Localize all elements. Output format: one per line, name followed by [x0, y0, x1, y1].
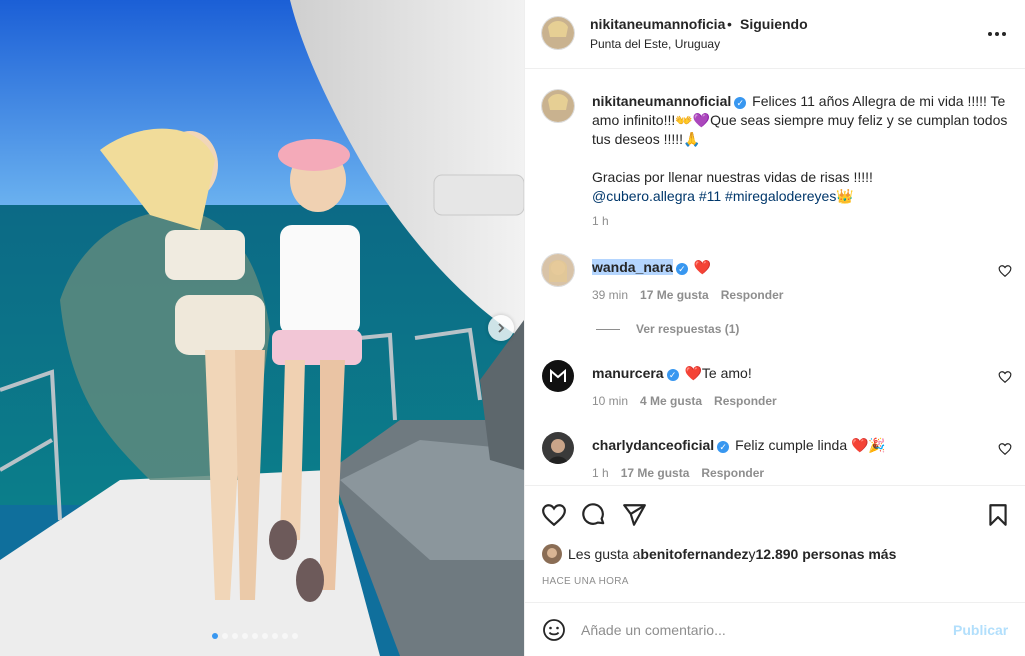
comment-bubble-icon[interactable]: [581, 502, 607, 528]
comment-heart-icon[interactable]: [998, 442, 1012, 456]
liker-username[interactable]: benitofernandez: [640, 546, 748, 562]
reply-button[interactable]: Responder: [714, 394, 777, 408]
comment-meta: 39 min 17 Me gusta Responder: [592, 288, 783, 302]
comment-text-row: wanda_nara ✓ ❤️: [592, 258, 711, 276]
comment-likes[interactable]: 17 Me gusta: [640, 288, 709, 302]
carousel-dot: [212, 633, 218, 639]
comment-text: ❤️Te amo!: [684, 365, 752, 381]
caption-emoji-3: 👑: [836, 188, 854, 204]
post-location[interactable]: Punta del Este, Uruguay: [590, 37, 720, 51]
carousel-dot: [222, 633, 228, 639]
likes-count[interactable]: 12.890 personas más: [756, 546, 897, 562]
comment-time[interactable]: 39 min: [592, 288, 628, 302]
comment-username[interactable]: wanda_nara: [592, 259, 673, 275]
add-comment-bar: Publicar: [525, 602, 1025, 656]
post-actions: Les gusta a benitofernandez y 12.890 per…: [525, 485, 1025, 602]
more-horizontal-icon: [988, 32, 1006, 36]
carousel-dot: [252, 633, 258, 639]
save-bookmark-icon[interactable]: [985, 502, 1011, 528]
more-options-button[interactable]: [985, 22, 1009, 46]
publish-button[interactable]: Publicar: [953, 622, 1008, 638]
comment-username[interactable]: charlydanceoficial: [592, 437, 714, 453]
caption-text-3: Gracias por llenar nuestras vidas de ris…: [592, 169, 873, 185]
commenter-avatar[interactable]: [542, 360, 574, 392]
comment-likes[interactable]: 4 Me gusta: [640, 394, 702, 408]
comment-heart-icon[interactable]: [998, 370, 1012, 384]
carousel-dot: [242, 633, 248, 639]
author-username[interactable]: nikitaneumannoficia: [590, 16, 725, 32]
next-slide-button[interactable]: [488, 315, 514, 341]
caption-emoji-2: 🙏: [683, 131, 701, 147]
view-replies-label[interactable]: Ver respuestas (1): [636, 322, 739, 336]
comment-time[interactable]: 1 h: [592, 466, 609, 480]
replies-divider: [596, 328, 620, 330]
comment-input[interactable]: [581, 619, 941, 641]
carousel-dot: [292, 633, 298, 639]
caption-username[interactable]: nikitaneumannoficial: [592, 93, 731, 109]
verified-badge-icon: ✓: [666, 369, 679, 381]
comment-text: ❤️: [693, 259, 712, 275]
share-send-icon[interactable]: [621, 502, 647, 528]
carousel-dot: [272, 633, 278, 639]
view-replies-button[interactable]: Ver respuestas (1): [596, 322, 739, 336]
post-photo[interactable]: [0, 0, 524, 656]
comment-meta: 1 h 17 Me gusta Responder: [592, 466, 764, 480]
instagram-post: nikitaneumannoficia • Siguiendo Punta de…: [0, 0, 1025, 656]
comment-text: Feliz cumple linda ❤️🎉: [735, 437, 886, 453]
comment-time[interactable]: 10 min: [592, 394, 628, 408]
likes-middle: y: [748, 546, 756, 562]
likes-summary: Les gusta a benitofernandez y 12.890 per…: [542, 544, 896, 564]
verified-badge-icon: ✓: [717, 441, 730, 453]
header-separator: •: [727, 16, 732, 32]
following-button[interactable]: Siguiendo: [740, 16, 808, 32]
verified-badge-icon: ✓: [734, 97, 747, 109]
likes-prefix: Les gusta a: [568, 546, 641, 562]
comment-text-row: manurcera ✓ ❤️Te amo!: [592, 364, 752, 382]
caption-hashtag[interactable]: #miregalodereyes: [725, 188, 836, 204]
reply-button[interactable]: Responder: [701, 466, 764, 480]
comment-heart-icon[interactable]: [998, 264, 1012, 278]
caption-emoji-1: 👐💜: [675, 112, 711, 128]
chevron-right-icon: [498, 323, 505, 333]
comment-text-row: charlydanceoficial ✓ Feliz cumple linda ❤…: [592, 436, 886, 454]
carousel-dot: [232, 633, 238, 639]
verified-badge-icon: ✓: [675, 263, 688, 275]
comments-section[interactable]: nikitaneumannoficial ✓ Felices 11 años Al…: [525, 70, 1025, 485]
commenter-avatar[interactable]: [542, 254, 574, 286]
carousel-indicator: [212, 633, 298, 639]
post-side-panel: nikitaneumannoficia • Siguiendo Punta de…: [524, 0, 1025, 656]
post-header: nikitaneumannoficia • Siguiendo Punta de…: [525, 0, 1025, 69]
author-avatar[interactable]: [542, 17, 574, 49]
caption-mention[interactable]: @cubero.allegra: [592, 188, 695, 204]
caption-avatar[interactable]: [542, 90, 574, 122]
emoji-icon[interactable]: [542, 618, 566, 642]
comment-meta: 10 min 4 Me gusta Responder: [592, 394, 777, 408]
like-heart-icon[interactable]: [541, 502, 567, 528]
carousel-dot: [262, 633, 268, 639]
comment-username[interactable]: manurcera: [592, 365, 664, 381]
caption-hashtag[interactable]: #11: [699, 188, 721, 204]
carousel-dot: [282, 633, 288, 639]
post-timestamp[interactable]: HACE UNA HORA: [542, 576, 629, 587]
commenter-avatar[interactable]: [542, 432, 574, 464]
caption-time[interactable]: 1 h: [592, 214, 609, 228]
photo-scene: [0, 0, 524, 656]
comment-likes[interactable]: 17 Me gusta: [621, 466, 690, 480]
liker-avatar[interactable]: [542, 544, 562, 564]
post-caption: nikitaneumannoficial ✓ Felices 11 años Al…: [592, 92, 1012, 206]
reply-button[interactable]: Responder: [721, 288, 784, 302]
